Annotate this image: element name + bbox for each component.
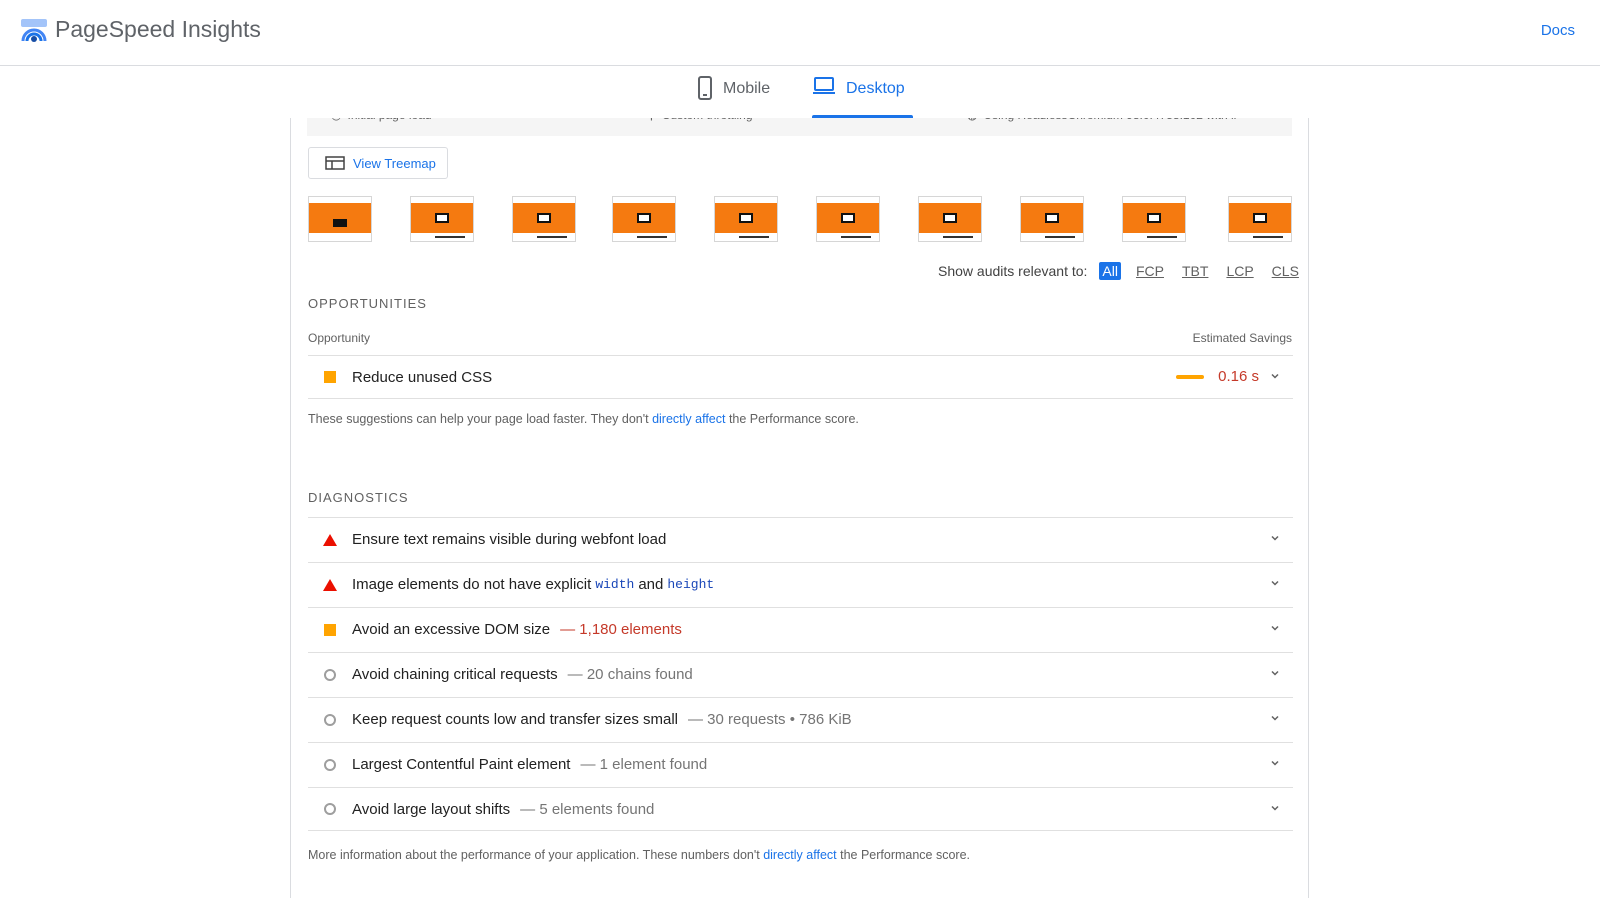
- audit-title: Avoid chaining critical requests: [352, 666, 558, 683]
- directly-affect-link[interactable]: directly affect: [763, 848, 836, 862]
- audit-row-layout-shifts[interactable]: Avoid large layout shifts — 5 elements f…: [308, 787, 1293, 831]
- audit-title: Largest Contentful Paint element: [352, 756, 571, 773]
- chevron-down-icon[interactable]: [1269, 802, 1281, 814]
- audit-row-lcp-element[interactable]: Largest Contentful Paint element — 1 ele…: [308, 742, 1293, 786]
- tab-desktop[interactable]: Desktop: [812, 76, 913, 118]
- fail-triangle-icon: [323, 533, 337, 546]
- average-square-icon: [324, 371, 336, 383]
- savings-bar: [1176, 374, 1205, 379]
- audit-title: Reduce unused CSS: [352, 368, 493, 386]
- code-height: height: [667, 577, 715, 592]
- audit-detail: — 20 chains found: [567, 666, 693, 683]
- audit-detail: — 1 element found: [580, 756, 708, 773]
- audit-row-dom-size[interactable]: Avoid an excessive DOM size — 1,180 elem…: [308, 607, 1293, 651]
- filmstrip-frame: [1020, 196, 1084, 242]
- tab-desktop-label: Desktop: [846, 80, 905, 97]
- audit-detail: — 5 elements found: [520, 800, 655, 818]
- audit-row-critical-chains[interactable]: Avoid chaining critical requests — 20 ch…: [308, 652, 1293, 696]
- chevron-down-icon[interactable]: [1269, 370, 1281, 382]
- filter-chip-cls[interactable]: CLS: [1269, 262, 1302, 280]
- diagnostics-heading: DIAGNOSTICS: [308, 490, 409, 505]
- view-treemap-button[interactable]: View Treemap: [308, 147, 448, 179]
- top-bar: PageSpeed Insights Docs: [0, 0, 1600, 66]
- treemap-icon: [325, 156, 345, 170]
- tab-mobile[interactable]: Mobile: [697, 76, 770, 118]
- chevron-down-icon[interactable]: [1269, 577, 1281, 589]
- filmstrip-frame: [1122, 196, 1186, 242]
- chevron-down-icon[interactable]: [1269, 712, 1281, 724]
- info-circle-icon: [324, 668, 336, 681]
- filmstrip-frame: [714, 196, 778, 242]
- audit-filter-label: Show audits relevant to:: [938, 263, 1088, 279]
- laptop-icon: [813, 77, 835, 94]
- app-title: PageSpeed Insights: [55, 16, 261, 42]
- info-circle-icon: [324, 713, 336, 726]
- chevron-down-icon[interactable]: [1269, 622, 1281, 634]
- directly-affect-link[interactable]: directly affect: [652, 412, 725, 426]
- audit-title: Image elements do not have explicit: [352, 576, 592, 593]
- opportunity-column-header: Opportunity: [308, 331, 371, 345]
- savings-indicator: 0.16 s: [1176, 368, 1259, 385]
- filter-chip-lcp[interactable]: LCP: [1223, 262, 1256, 280]
- filmstrip-frame: [816, 196, 880, 242]
- filter-chip-tbt[interactable]: TBT: [1179, 262, 1211, 280]
- opportunities-heading: OPPORTUNITIES: [308, 296, 427, 311]
- filmstrip-frame: [410, 196, 474, 242]
- filmstrip-frame: [512, 196, 576, 242]
- audit-row-request-counts[interactable]: Keep request counts low and transfer siz…: [308, 697, 1293, 741]
- phone-icon: [698, 76, 712, 100]
- chevron-down-icon[interactable]: [1269, 667, 1281, 679]
- tab-mobile-label: Mobile: [723, 80, 771, 97]
- audit-row-image-dimensions[interactable]: Image elements do not have explicit widt…: [308, 562, 1293, 606]
- audit-title: Avoid an excessive DOM size: [352, 621, 551, 638]
- audit-detail: — 30 requests • 786 KiB: [688, 711, 852, 728]
- savings-value: 0.16 s: [1218, 368, 1259, 385]
- chevron-down-icon[interactable]: [1269, 532, 1281, 544]
- info-circle-icon: [324, 758, 336, 771]
- filter-chip-all[interactable]: All: [1099, 262, 1121, 280]
- filmstrip-frame: [612, 196, 676, 242]
- filmstrip: [308, 196, 1293, 242]
- audit-title: Ensure text remains visible during webfo…: [352, 531, 667, 548]
- docs-link[interactable]: Docs: [1541, 22, 1575, 39]
- diagnostics-note: More information about the performance o…: [308, 848, 971, 862]
- audit-row-webfont[interactable]: Ensure text remains visible during webfo…: [308, 517, 1293, 561]
- audit-title: Avoid large layout shifts: [352, 800, 511, 818]
- filmstrip-frame: [918, 196, 982, 242]
- audit-title: Keep request counts low and transfer siz…: [352, 711, 678, 728]
- filmstrip-frame: [308, 196, 372, 242]
- view-treemap-label: View Treemap: [353, 155, 436, 171]
- filmstrip-frame: [1228, 196, 1292, 242]
- chevron-down-icon[interactable]: [1269, 757, 1281, 769]
- info-circle-icon: [324, 803, 336, 815]
- filter-chip-fcp[interactable]: FCP: [1133, 262, 1167, 280]
- opportunities-note: These suggestions can help your page loa…: [308, 412, 859, 426]
- pagespeed-logo-icon[interactable]: [20, 17, 48, 45]
- audit-title-joiner: and: [638, 576, 664, 593]
- active-tab-indicator: [812, 115, 913, 118]
- average-square-icon: [324, 623, 336, 636]
- audit-detail: — 1,180 elements: [560, 621, 682, 638]
- savings-column-header: Estimated Savings: [1192, 331, 1292, 345]
- code-width: width: [595, 577, 635, 592]
- fail-triangle-icon: [323, 578, 337, 591]
- audit-row-unused-css[interactable]: Reduce unused CSS 0.16 s: [308, 355, 1293, 399]
- audit-filter: Show audits relevant to: All FCP TBT LCP…: [938, 262, 1302, 280]
- device-tabs: Mobile Desktop: [0, 66, 1600, 118]
